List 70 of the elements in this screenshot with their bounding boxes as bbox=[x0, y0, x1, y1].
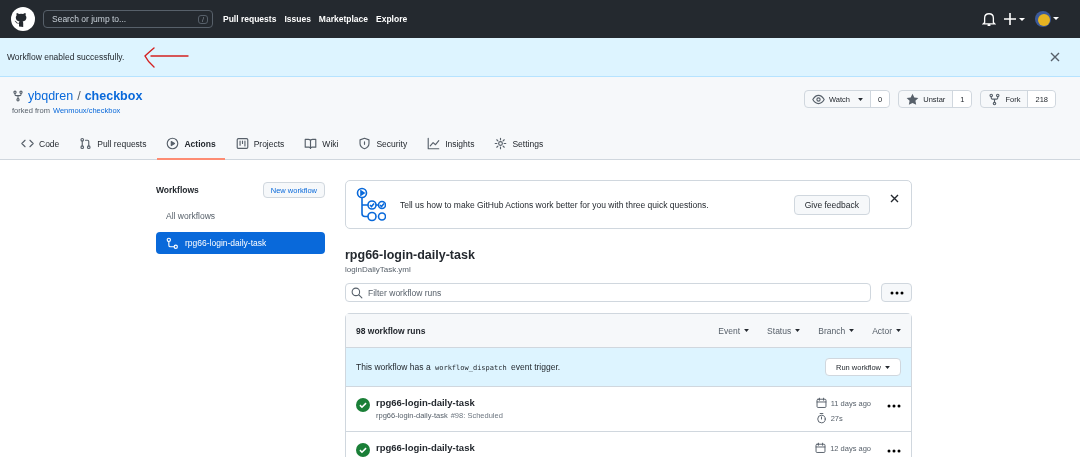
workflow-file-name: loginDaliyTask.yml bbox=[345, 265, 412, 274]
sidebar-item[interactable]: All workflows bbox=[156, 205, 325, 227]
star-icon bbox=[906, 92, 920, 106]
nav-tab[interactable]: Actions bbox=[157, 132, 225, 160]
path-separator: / bbox=[77, 89, 81, 103]
nav-tab[interactable]: Wiki bbox=[295, 132, 348, 160]
sidebar-item[interactable]: rpg66-login-daily-task bbox=[156, 232, 325, 254]
nav-link[interactable]: Issues bbox=[284, 14, 311, 24]
caret-icon bbox=[885, 365, 890, 369]
eye-icon bbox=[812, 92, 826, 106]
nav-tab[interactable]: Pull requests bbox=[70, 132, 156, 160]
nav-tab[interactable]: Insights bbox=[418, 132, 484, 160]
success-icon bbox=[356, 398, 370, 412]
repo-owner-link[interactable]: ybqdren bbox=[28, 89, 74, 103]
nav-tab[interactable]: Settings bbox=[485, 132, 553, 160]
bell-icon bbox=[982, 11, 996, 27]
sidebar-title: Workflows bbox=[156, 185, 199, 195]
nav-tab[interactable]: Code bbox=[12, 132, 69, 160]
gear-icon bbox=[494, 137, 508, 150]
nav-link[interactable]: Pull requests bbox=[223, 14, 277, 24]
pull-request-icon bbox=[79, 137, 93, 150]
success-icon bbox=[356, 443, 370, 457]
flash-message: Workflow enabled successfully. bbox=[7, 52, 125, 62]
run-menu-button[interactable] bbox=[887, 404, 901, 408]
annotation-arrow bbox=[142, 45, 191, 69]
plus-icon bbox=[1004, 11, 1026, 27]
fork-icon bbox=[12, 90, 24, 102]
caret-icon bbox=[849, 329, 855, 332]
shield-icon bbox=[358, 137, 372, 150]
ellipsis-icon bbox=[887, 404, 901, 408]
fork-icon bbox=[988, 92, 1002, 106]
more-options-button[interactable] bbox=[881, 283, 912, 302]
nav-tab[interactable]: Projects bbox=[226, 132, 294, 160]
run-title-link[interactable]: rpg66-login-daily-task bbox=[376, 442, 475, 453]
caret-icon bbox=[858, 97, 864, 101]
run-count: 98 workflow runs bbox=[356, 325, 426, 336]
book-icon bbox=[304, 137, 318, 150]
stopwatch-icon bbox=[815, 412, 827, 424]
close-icon bbox=[890, 194, 899, 203]
caret-icon bbox=[896, 329, 901, 332]
nav-link[interactable]: Explore bbox=[376, 14, 408, 24]
filter-dropdown[interactable]: Status bbox=[767, 325, 801, 336]
close-icon bbox=[1050, 52, 1060, 62]
caret-icon bbox=[744, 329, 750, 332]
repo-name-link[interactable]: checkbox bbox=[84, 89, 143, 103]
nav-link[interactable]: Marketplace bbox=[318, 14, 368, 24]
filter-dropdown[interactable]: Branch bbox=[818, 325, 855, 336]
ellipsis-icon bbox=[887, 449, 901, 453]
avatar-icon bbox=[1034, 10, 1060, 28]
search-icon bbox=[351, 287, 363, 299]
calendar-icon bbox=[815, 397, 827, 409]
play-icon bbox=[166, 137, 180, 150]
calendar-icon bbox=[815, 442, 827, 454]
filter-field[interactable]: Filter workflow runs bbox=[345, 283, 871, 302]
filter-dropdown[interactable]: Event bbox=[718, 325, 750, 336]
board-icon bbox=[235, 137, 249, 150]
code-icon bbox=[21, 137, 34, 150]
give-feedback-button[interactable]: Give feedback bbox=[793, 194, 870, 215]
graph-icon bbox=[427, 137, 441, 150]
run-menu-button[interactable] bbox=[887, 449, 901, 453]
feedback-message: Tell us how to make GitHub Actions work better for you with three quick questions. bbox=[400, 199, 709, 210]
workflow-illustration bbox=[356, 186, 386, 223]
ellipsis-icon bbox=[889, 290, 904, 295]
nav-tab[interactable]: Security bbox=[349, 132, 417, 160]
filter-dropdown[interactable]: Actor bbox=[872, 325, 901, 336]
caret-icon bbox=[795, 329, 801, 332]
workflow-icon bbox=[166, 236, 179, 250]
github-logo bbox=[11, 7, 35, 31]
workflow-title: rpg66-login-daily-task bbox=[345, 248, 476, 262]
run-title-link[interactable]: rpg66-login-daily-task bbox=[376, 397, 475, 408]
